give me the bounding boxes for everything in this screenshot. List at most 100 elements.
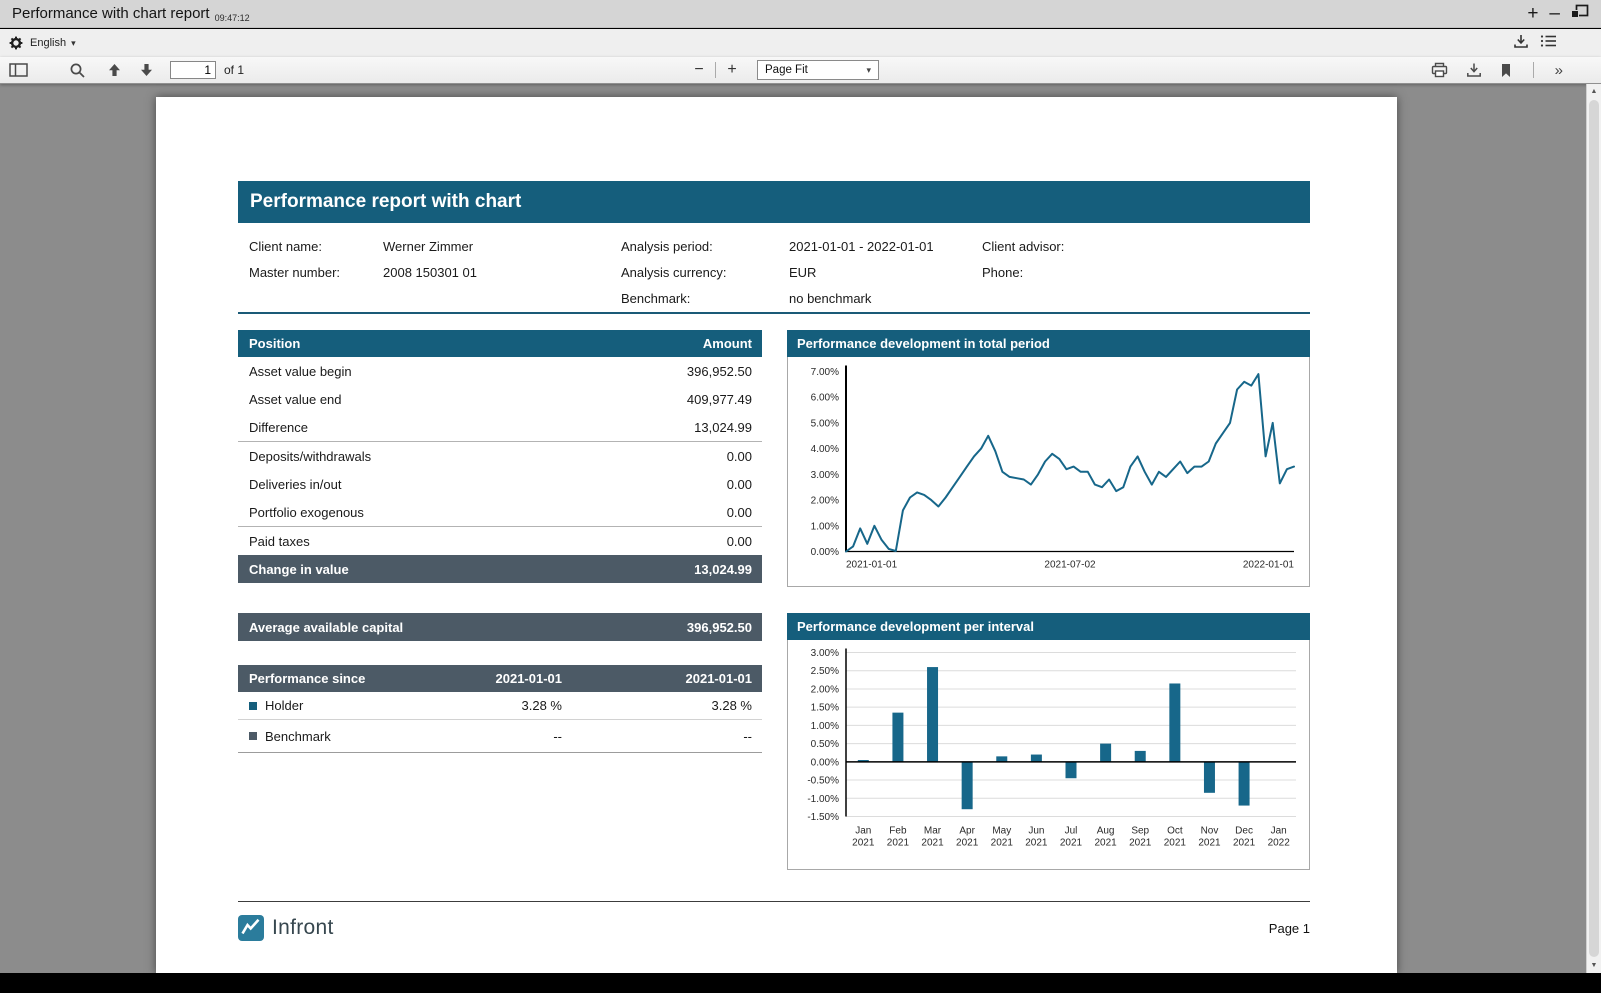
svg-text:2.00%: 2.00% <box>811 496 839 507</box>
svg-text:Oct: Oct <box>1167 826 1183 837</box>
save-icon[interactable] <box>1464 59 1484 81</box>
bookmark-icon[interactable] <box>1498 59 1514 81</box>
svg-text:2021: 2021 <box>921 838 944 849</box>
svg-text:2021: 2021 <box>1094 838 1117 849</box>
table-row: Deliveries in/out0.00 <box>238 470 762 498</box>
client-name-label: Client name: <box>249 234 322 260</box>
language-label: English <box>30 37 66 49</box>
sidebar-toggle-button[interactable] <box>7 59 30 81</box>
svg-text:2021: 2021 <box>1164 838 1187 849</box>
page-number-label: Page 1 <box>238 921 1310 936</box>
svg-text:0.00%: 0.00% <box>811 757 839 768</box>
svg-text:1.50%: 1.50% <box>811 703 839 714</box>
bottom-bar <box>0 973 1601 993</box>
svg-text:-0.50%: -0.50% <box>807 776 839 787</box>
master-number-label: Master number: <box>249 260 340 286</box>
svg-text:-1.00%: -1.00% <box>807 794 839 805</box>
more-tools-button[interactable]: » <box>1553 59 1565 81</box>
scroll-down-icon[interactable]: ▼ <box>1587 962 1601 969</box>
toolbar-separator <box>715 62 716 78</box>
svg-text:2021-07-02: 2021-07-02 <box>1044 560 1096 571</box>
window-timestamp: 09:47:12 <box>215 13 250 23</box>
position-table: Position Amount Asset value begin396,952… <box>238 330 762 583</box>
settings-gear-icon[interactable] <box>8 35 24 51</box>
list-view-icon[interactable] <box>1540 34 1557 53</box>
analysis-currency-value: EUR <box>789 260 816 286</box>
client-info: Client name: Werner Zimmer Analysis peri… <box>238 234 1310 314</box>
window-titlebar: Performance with chart report 09:47:12 +… <box>0 0 1601 28</box>
svg-text:2021: 2021 <box>956 838 979 849</box>
chart-panel-title: Performance development in total period <box>787 330 1310 357</box>
svg-text:2021: 2021 <box>887 838 910 849</box>
chevron-down-icon: ▾ <box>866 65 871 76</box>
benchmark-bullet-icon <box>249 732 257 740</box>
page-number-input[interactable] <box>170 61 216 79</box>
svg-text:2022: 2022 <box>1268 838 1291 849</box>
svg-text:3.00%: 3.00% <box>811 470 839 481</box>
svg-text:2021: 2021 <box>991 838 1014 849</box>
window-title: Performance with chart report <box>12 5 210 22</box>
svg-text:Apr: Apr <box>959 826 975 837</box>
svg-text:-1.50%: -1.50% <box>807 812 839 823</box>
scroll-up-icon[interactable]: ▲ <box>1587 88 1601 95</box>
table-row: Asset value begin396,952.50 <box>238 357 762 385</box>
svg-text:1.00%: 1.00% <box>811 721 839 732</box>
svg-text:2021: 2021 <box>1025 838 1048 849</box>
svg-text:0.00%: 0.00% <box>811 547 839 558</box>
svg-text:2022-01-01: 2022-01-01 <box>1243 560 1295 571</box>
svg-text:2021: 2021 <box>852 838 875 849</box>
table-row: Paid taxes0.00 <box>238 527 762 555</box>
analysis-currency-label: Analysis currency: <box>621 260 726 286</box>
zoom-in-button[interactable]: + <box>721 59 743 81</box>
svg-text:4.00%: 4.00% <box>811 444 839 455</box>
total-period-line-chart: 7.00% 6.00% 5.00% 4.00% 3.00% 2.00% 1.00% 0.00%… <box>788 357 1309 586</box>
next-page-button[interactable] <box>137 59 156 81</box>
performance-table: Performance since 2021-01-01 2021-01-01 … <box>238 665 762 753</box>
svg-text:Feb: Feb <box>889 826 907 837</box>
print-icon[interactable] <box>1429 59 1450 81</box>
svg-text:Jan: Jan <box>1271 826 1287 837</box>
svg-text:6.00%: 6.00% <box>811 393 839 404</box>
svg-text:May: May <box>992 826 1011 837</box>
svg-text:3.00%: 3.00% <box>811 648 839 659</box>
language-dropdown[interactable]: English ▾ <box>30 37 76 49</box>
table-row: Benchmark -- -- <box>238 720 762 753</box>
interval-chart-panel: Performance development per interval 3.0… <box>787 613 1310 870</box>
amount-header-label: Amount <box>703 336 752 351</box>
svg-text:Jul: Jul <box>1065 826 1078 837</box>
position-table-header: Position Amount <box>238 330 762 357</box>
table-row: Difference13,024.99 <box>238 413 762 441</box>
svg-text:7.00%: 7.00% <box>811 367 839 378</box>
svg-text:Jan: Jan <box>855 826 871 837</box>
performance-table-header: Performance since 2021-01-01 2021-01-01 <box>238 665 762 692</box>
vertical-scrollbar[interactable]: ▲ ▼ <box>1586 84 1601 973</box>
toolbar-separator <box>1533 62 1534 78</box>
svg-text:1.00%: 1.00% <box>811 521 839 532</box>
average-capital-bar: Average available capital396,952.50 <box>238 613 762 641</box>
zoom-select[interactable]: Page Fit ▾ <box>757 60 879 80</box>
pdf-toolbar: of 1 − + Page Fit ▾ » <box>0 57 1601 84</box>
svg-text:Mar: Mar <box>924 826 942 837</box>
window-minimize-button[interactable]: – <box>1549 4 1560 23</box>
client-info-divider <box>238 312 1310 314</box>
svg-text:5.00%: 5.00% <box>811 418 839 429</box>
svg-text:Aug: Aug <box>1097 826 1115 837</box>
chart-panel-title: Performance development per interval <box>787 613 1310 640</box>
previous-page-button[interactable] <box>105 59 124 81</box>
svg-text:2021: 2021 <box>1198 838 1221 849</box>
scrollbar-thumb[interactable] <box>1589 100 1599 957</box>
zoom-out-button[interactable]: − <box>688 59 710 81</box>
svg-text:2021: 2021 <box>1233 838 1256 849</box>
zoom-select-value: Page Fit <box>765 64 808 76</box>
change-in-value-row: Change in value13,024.99 <box>238 555 762 583</box>
svg-text:2021-01-01: 2021-01-01 <box>846 560 898 571</box>
window-plus-button[interactable]: + <box>1527 4 1538 23</box>
svg-text:2.00%: 2.00% <box>811 684 839 695</box>
search-icon[interactable] <box>67 59 88 81</box>
pdf-viewer: Performance report with chart Client nam… <box>0 84 1601 973</box>
window-maximize-icon[interactable] <box>1571 4 1589 23</box>
window-controls: + – <box>1527 4 1589 23</box>
pdf-page: Performance report with chart Client nam… <box>156 97 1397 973</box>
download-icon[interactable] <box>1513 33 1529 54</box>
table-row: Portfolio exogenous0.00 <box>238 498 762 526</box>
